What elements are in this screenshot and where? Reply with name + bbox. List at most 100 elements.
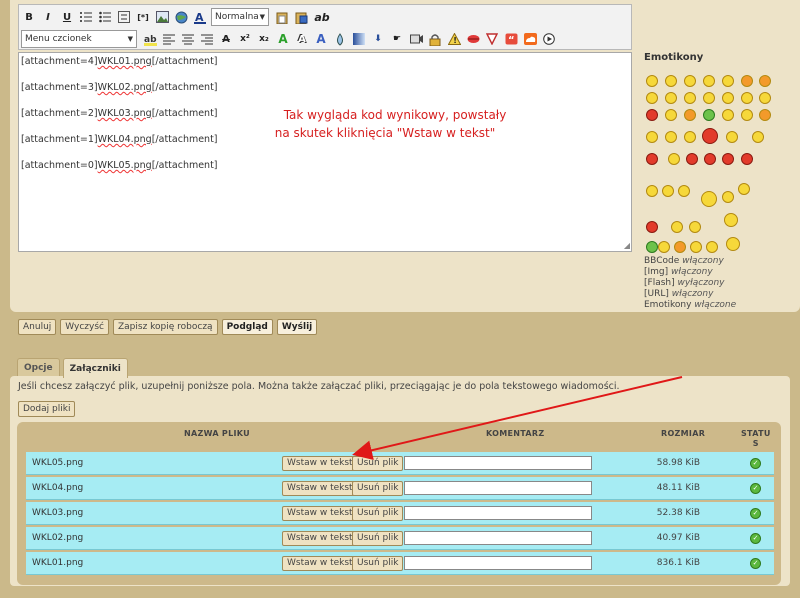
smiley-icon[interactable] — [665, 75, 677, 87]
message-textarea[interactable]: [attachment=4]WKL01.png[/attachment] [at… — [18, 52, 632, 252]
italic-button[interactable]: I — [40, 9, 56, 25]
smiley-icon[interactable] — [671, 221, 683, 233]
smiley-icon[interactable] — [668, 153, 680, 165]
cancel-button[interactable]: Anuluj — [18, 319, 57, 335]
smiley-icon[interactable] — [703, 109, 715, 121]
preview-button[interactable]: Podgląd — [221, 319, 273, 335]
outline-text-icon[interactable]: A — [275, 31, 291, 47]
smiley-icon[interactable] — [684, 75, 696, 87]
smiley-icon[interactable] — [689, 221, 701, 233]
play-icon[interactable] — [541, 31, 557, 47]
bullet-list-icon[interactable] — [97, 9, 113, 25]
underline-button[interactable]: U — [59, 9, 75, 25]
remove-file-button[interactable]: Usuń plik — [352, 480, 404, 496]
remove-file-button[interactable]: Usuń plik — [352, 505, 404, 521]
remove-file-button[interactable]: Usuń plik — [352, 530, 404, 546]
smiley-icon[interactable] — [706, 241, 718, 253]
santa-smiley-icon[interactable] — [646, 153, 658, 165]
soundcloud-icon[interactable] — [522, 31, 538, 47]
smiley-icon[interactable] — [684, 109, 696, 121]
smiley-icon[interactable] — [684, 92, 696, 104]
shadow-text-icon[interactable]: A — [294, 31, 310, 47]
paste-icon[interactable] — [274, 9, 290, 25]
send-button[interactable]: Wyślij — [276, 319, 318, 335]
smiley-icon[interactable] — [759, 75, 771, 87]
align-left-icon[interactable] — [161, 31, 177, 47]
insert-in-text-button[interactable]: Wstaw w tekst — [282, 455, 358, 471]
smiley-icon[interactable] — [646, 131, 658, 143]
clear-button[interactable]: Wyczyść — [60, 319, 109, 335]
smiley-icon[interactable] — [646, 241, 658, 253]
smiley-icon[interactable] — [741, 92, 753, 104]
insert-in-text-button[interactable]: Wstaw w tekst — [282, 555, 358, 571]
smiley-icon[interactable] — [759, 92, 771, 104]
smiley-icon[interactable] — [704, 153, 716, 165]
comment-input[interactable] — [404, 556, 592, 570]
lips-icon[interactable] — [465, 31, 481, 47]
smiley-icon[interactable] — [646, 75, 658, 87]
add-files-button[interactable]: Dodaj pliki — [18, 401, 76, 417]
smiley-icon[interactable] — [665, 92, 677, 104]
video-icon[interactable] — [408, 31, 424, 47]
smiley-icon[interactable] — [646, 92, 658, 104]
lock-icon[interactable] — [427, 31, 443, 47]
smiley-icon[interactable] — [646, 109, 658, 121]
comment-input[interactable] — [404, 531, 592, 545]
font-family-select[interactable]: Menu czcionek ▼ — [21, 30, 137, 48]
numbered-list-icon[interactable] — [78, 9, 94, 25]
smiley-icon[interactable] — [658, 241, 670, 253]
strike-icon[interactable]: A — [218, 31, 234, 47]
flash-icon[interactable]: ⬇ — [370, 31, 386, 47]
link-globe-icon[interactable] — [173, 9, 189, 25]
comment-input[interactable] — [404, 506, 592, 520]
smiley-icon[interactable] — [759, 109, 771, 121]
smiley-icon[interactable] — [722, 191, 734, 203]
smiley-icon[interactable] — [646, 221, 658, 233]
smiley-icon[interactable] — [701, 191, 717, 207]
font-color-icon[interactable]: A — [192, 9, 208, 25]
smiley-icon[interactable] — [722, 109, 734, 121]
highlight-icon[interactable]: ab — [142, 31, 158, 47]
smiley-icon[interactable] — [722, 92, 734, 104]
tab-attachments[interactable]: Załączniki — [62, 358, 128, 378]
tab-options[interactable]: Opcje — [17, 358, 60, 376]
smiley-icon[interactable] — [726, 131, 738, 143]
warning-icon[interactable]: ! — [446, 31, 462, 47]
smiley-icon[interactable] — [738, 183, 750, 195]
resize-grip-icon[interactable]: ◢ — [624, 241, 630, 250]
gradient-icon[interactable] — [351, 31, 367, 47]
spellcheck-button[interactable]: ab — [312, 9, 332, 25]
font-size-select[interactable]: Normalna ▼ — [211, 8, 269, 26]
insert-in-text-button[interactable]: Wstaw w tekst — [282, 530, 358, 546]
insert-in-text-button[interactable]: Wstaw w tekst — [282, 505, 358, 521]
list-star-button[interactable]: [*] — [135, 9, 151, 25]
align-right-icon[interactable] — [199, 31, 215, 47]
devil-icon[interactable] — [702, 128, 718, 144]
comment-input[interactable] — [404, 456, 592, 470]
list-item-icon[interactable] — [116, 9, 132, 25]
smiley-icon[interactable] — [741, 75, 753, 87]
smiley-icon[interactable] — [722, 153, 734, 165]
smiley-icon[interactable] — [722, 75, 734, 87]
triangle-icon[interactable] — [484, 31, 500, 47]
smiley-icon[interactable] — [662, 185, 674, 197]
smiley-icon[interactable] — [686, 153, 698, 165]
drop-icon[interactable] — [332, 31, 348, 47]
smiley-icon[interactable] — [726, 237, 740, 251]
remove-file-button[interactable]: Usuń plik — [352, 455, 404, 471]
smiley-icon[interactable] — [741, 109, 753, 121]
comment-input[interactable] — [404, 481, 592, 495]
smiley-icon[interactable] — [703, 92, 715, 104]
glow-text-icon[interactable]: A — [313, 31, 329, 47]
smiley-icon[interactable] — [724, 213, 738, 227]
paste-word-icon[interactable] — [293, 9, 309, 25]
bold-button[interactable]: B — [21, 9, 37, 25]
smiley-icon[interactable] — [646, 185, 658, 197]
smiley-icon[interactable] — [678, 185, 690, 197]
align-center-icon[interactable] — [180, 31, 196, 47]
quote-icon[interactable]: “ — [503, 31, 519, 47]
save-draft-button[interactable]: Zapisz kopię roboczą — [112, 319, 218, 335]
smiley-icon[interactable] — [684, 131, 696, 143]
smiley-icon[interactable] — [674, 241, 686, 253]
insert-in-text-button[interactable]: Wstaw w tekst — [282, 480, 358, 496]
